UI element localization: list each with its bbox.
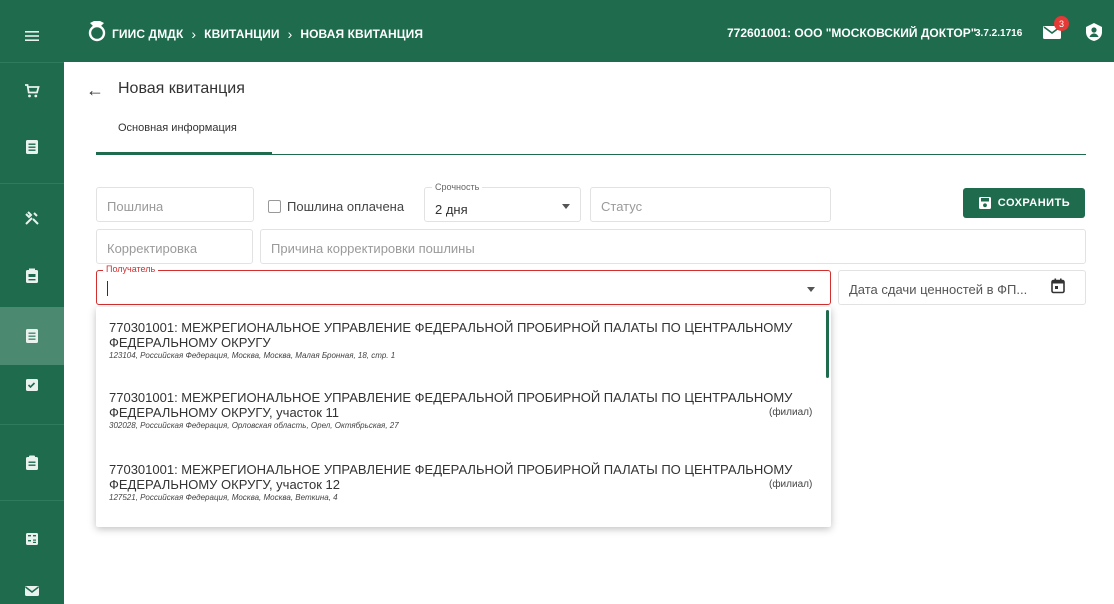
sidebar [0,0,64,604]
organization-name[interactable]: 772601001: ООО "МОСКОВСКИЙ ДОКТОР" [727,26,976,40]
recipient-input[interactable]: Получатель [96,264,831,305]
list-item[interactable]: 770301001: МЕЖРЕГИОНАЛЬНОЕ УПРАВЛЕНИЕ ФЕ… [109,462,813,503]
sidebar-separator [0,500,64,501]
breadcrumb-item-receipts[interactable]: КВИТАНЦИИ [204,27,279,41]
urgency-label: Срочность [432,182,483,192]
breadcrumb-item-new-receipt: НОВАЯ КВИТАНЦИЯ [300,27,424,41]
account-icon[interactable] [1084,22,1104,42]
sidebar-separator [0,424,64,425]
active-tab-indicator [96,152,272,155]
urgency-select[interactable]: Срочность 2 дня [424,182,581,222]
floppy-disk-icon [978,197,991,209]
breadcrumb: ГИИС ДМДК › КВИТАНЦИИ › НОВАЯ КВИТАНЦИЯ [112,26,423,42]
clipboard-icon[interactable] [0,444,64,482]
list-item[interactable]: 770301001: МЕЖРЕГИОНАЛЬНОЕ УПРАВЛЕНИЕ ФЕ… [109,320,809,361]
list-item[interactable]: 770301001: МЕЖРЕГИОНАЛЬНОЕ УПРАВЛЕНИЕ ФЕ… [109,390,813,431]
top-bar: ГИИС ДМДК › КВИТАНЦИИ › НОВАЯ КВИТАНЦИЯ … [64,0,1114,62]
tools-icon[interactable] [0,198,64,238]
text-cursor [107,281,108,296]
correction-reason-field[interactable]: Причина корректировки пошлины [260,229,1086,264]
breadcrumb-item-giis[interactable]: ГИИС ДМДК [112,27,183,41]
checkbox-box[interactable] [268,200,281,213]
document-icon[interactable] [0,128,64,166]
breadcrumb-separator: › [191,26,197,42]
save-button-label: СОХРАНИТЬ [997,197,1071,209]
page-title: Новая квитанция [118,80,245,97]
urgency-value: 2 дня [435,202,468,217]
menu-icon[interactable] [0,18,64,54]
correction-reason-placeholder: Причина корректировки пошлины [271,241,475,256]
calculator-icon[interactable] [0,520,64,558]
recipient-option-address: 127521, Российская Федерация, Москва, Мо… [109,493,338,502]
chevron-down-icon[interactable] [807,287,815,292]
chevron-down-icon[interactable] [562,204,570,209]
recipient-dropdown: 770301001: МЕЖРЕГИОНАЛЬНОЕ УПРАВЛЕНИЕ ФЕ… [96,307,831,527]
logo-icon [88,21,106,42]
notification-badge: 3 [1054,16,1069,31]
back-arrow-icon[interactable]: ← [86,80,104,101]
breadcrumb-separator: › [287,26,293,42]
duty-paid-checkbox[interactable]: Пошлина оплачена [268,199,404,214]
recipient-option-address: 302028, Российская Федерация, Орловская … [109,421,399,430]
correction-field[interactable]: Корректировка [96,229,253,264]
document-list-icon[interactable] [0,307,64,365]
recipient-option-address: 123104, Российская Федерация, Москва, Мо… [109,351,396,360]
delivery-date-field[interactable]: Дата сдачи ценностей в ФП... [838,270,1086,305]
duty-paid-label: Пошлина оплачена [287,199,405,214]
branch-badge: (филиал) [769,407,813,418]
duty-field[interactable]: Пошлина [96,187,254,222]
calendar-icon[interactable] [1051,278,1065,294]
check-document-icon[interactable] [0,368,64,402]
correction-placeholder: Корректировка [107,241,198,256]
recipient-option-name: 770301001: МЕЖРЕГИОНАЛЬНОЕ УПРАВЛЕНИЕ ФЕ… [109,390,793,420]
scrollbar[interactable] [826,310,829,378]
recipient-option-name: 770301001: МЕЖРЕГИОНАЛЬНОЕ УПРАВЛЕНИЕ ФЕ… [109,462,793,492]
branch-badge: (филиал) [769,479,813,490]
delivery-date-placeholder: Дата сдачи ценностей в ФП... [849,282,1028,297]
recipient-option-name: 770301001: МЕЖРЕГИОНАЛЬНОЕ УПРАВЛЕНИЕ ФЕ… [109,320,793,350]
recipient-label: Получатель [103,264,159,274]
cart-icon[interactable] [0,72,64,110]
status-placeholder: Статус [601,199,643,214]
status-field[interactable]: Статус [590,187,831,222]
id-card-icon[interactable] [0,256,64,296]
duty-placeholder: Пошлина [107,199,164,214]
save-button[interactable]: СОХРАНИТЬ [963,188,1085,218]
sidebar-separator [0,183,64,184]
mail-icon[interactable] [0,578,64,604]
tab-main-info[interactable]: Основная информация [118,122,237,134]
sidebar-separator [0,62,64,63]
app-version: 3.7.2.1716 [975,28,1023,39]
